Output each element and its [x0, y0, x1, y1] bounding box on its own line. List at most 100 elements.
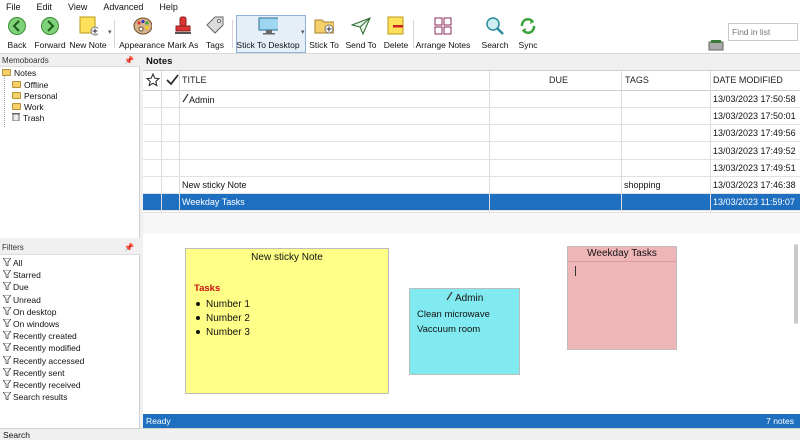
tree-item-notes[interactable]: Notes — [2, 67, 36, 78]
table-row[interactable]: 13/03/2023 17:49:51 — [143, 160, 800, 177]
tree-connector — [4, 76, 5, 127]
pin-icon[interactable]: 📌 — [124, 55, 134, 66]
filter-funnel-icon — [2, 257, 12, 268]
back-button[interactable]: Back — [6, 16, 28, 52]
paper-plane-icon — [351, 16, 371, 36]
chevron-down-icon[interactable]: ▾ — [108, 28, 112, 36]
filter-label: Recently received — [13, 380, 81, 390]
cell-title-text: Weekday Tasks — [182, 197, 245, 208]
list-item-text: Number 2 — [206, 313, 250, 324]
menu-advanced[interactable]: Advanced — [103, 2, 143, 12]
list-item-text: Number 1 — [206, 299, 250, 310]
column-divider — [710, 71, 711, 212]
filter-item[interactable]: On desktop — [2, 306, 56, 318]
tags-button[interactable]: Tags — [204, 16, 226, 52]
filter-item[interactable]: All — [2, 257, 23, 269]
grid-icon — [433, 16, 453, 36]
stick-to-desktop-content[interactable]: Stick To Desktop — [236, 16, 300, 52]
search-button[interactable]: Search — [482, 16, 508, 52]
delete-label: Delete — [383, 40, 409, 50]
tree-item-label: Notes — [14, 67, 37, 78]
sticky-new-note[interactable]: New sticky Note Tasks Number 1 Number 2 Nu… — [185, 248, 389, 394]
tree-item-trash[interactable]: Trash — [12, 112, 44, 123]
stick-to-label: Stick To — [309, 40, 339, 50]
filter-label: Recently created — [13, 331, 77, 342]
sticky-admin-note[interactable]: Admin Clean microwave Vaccuum room — [409, 288, 520, 375]
filter-label: Starred — [13, 270, 41, 281]
status-bar: Ready 7 notes — [143, 414, 800, 428]
filter-item[interactable]: Unread — [2, 294, 41, 306]
pen-icon — [446, 291, 455, 304]
table-row[interactable]: New sticky Note shopping 13/03/2023 17:46:… — [143, 177, 800, 194]
stick-to-desktop-label: Stick To Desktop — [236, 40, 300, 50]
grid-splitter[interactable] — [143, 212, 800, 234]
filter-label: All — [13, 258, 23, 268]
search-tab[interactable]: Search — [0, 428, 800, 440]
filter-item[interactable]: Starred — [2, 269, 41, 281]
pen-icon — [182, 93, 189, 105]
vertical-scrollbar[interactable] — [794, 244, 798, 324]
filter-funnel-icon — [2, 294, 12, 305]
list-item-text: Number 3 — [206, 327, 250, 338]
filter-label: On windows — [13, 319, 60, 329]
sticky-line: Clean microwave — [417, 309, 490, 320]
sync-button[interactable]: Sync — [516, 16, 540, 52]
arrange-notes-button[interactable]: Arrange Notes — [415, 16, 471, 52]
appearance-label: Appearance — [119, 40, 165, 50]
menu-help[interactable]: Help — [159, 2, 178, 12]
folder-pin-icon — [314, 16, 334, 36]
table-row[interactable]: 13/03/2023 17:50:01 — [143, 108, 800, 126]
send-to-label: Send To — [345, 40, 377, 50]
sticky-weekday-tasks[interactable]: Weekday Tasks — [567, 246, 677, 350]
folder-icon — [12, 103, 21, 110]
checkmark-icon[interactable] — [165, 73, 179, 89]
tree-item-work[interactable]: Work — [12, 101, 44, 112]
delete-note-icon — [386, 16, 406, 36]
pin-icon[interactable]: 📌 — [124, 242, 134, 253]
column-divider — [489, 71, 490, 212]
folder-icon — [12, 81, 21, 88]
filter-item[interactable]: Recently sent — [2, 367, 65, 379]
tree-item-label: Work — [24, 101, 44, 112]
tree-item-personal[interactable]: Personal — [12, 90, 58, 101]
sticky-title: Admin — [454, 293, 484, 304]
sticky-heading: Tasks — [194, 283, 221, 294]
filter-item[interactable]: Recently accessed — [2, 355, 84, 367]
filter-item[interactable]: Due — [2, 281, 29, 293]
list-filter-icon[interactable] — [708, 40, 724, 54]
table-row[interactable]: Weekday Tasks 13/03/2023 11:59:07 — [143, 194, 800, 212]
menu-edit[interactable]: Edit — [37, 2, 53, 12]
menu-bar: File Edit View Advanced Help — [0, 0, 800, 14]
delete-button[interactable]: Delete — [383, 16, 409, 52]
filter-item[interactable]: Recently modified — [2, 342, 81, 354]
find-in-list-input[interactable] — [728, 23, 798, 41]
column-date-modified[interactable]: DATE MODIFIED — [713, 75, 783, 85]
chevron-down-icon[interactable]: ▾ — [301, 28, 305, 36]
memoboards-tree: Notes Offline Personal Work Trash — [0, 66, 140, 238]
menu-file[interactable]: File — [6, 2, 21, 12]
stick-to-button[interactable]: Stick To — [309, 16, 339, 52]
appearance-button[interactable]: Appearance — [119, 16, 165, 52]
column-title[interactable]: TITLE — [182, 75, 207, 85]
column-due[interactable]: DUE — [549, 75, 568, 85]
cell-title-text: Admin — [189, 95, 215, 105]
filter-item[interactable]: On windows — [2, 318, 60, 330]
tree-item-offline[interactable]: Offline — [12, 79, 48, 90]
filter-funnel-icon — [2, 355, 12, 366]
send-to-button[interactable]: Send To — [345, 16, 377, 52]
table-row[interactable]: Admin 13/03/2023 17:50:58 — [143, 91, 800, 108]
table-row[interactable]: 13/03/2023 17:49:56 — [143, 125, 800, 143]
forward-button[interactable]: Forward — [34, 16, 66, 52]
arrange-notes-label: Arrange Notes — [415, 40, 471, 50]
new-note-button[interactable]: New Note — [69, 16, 107, 52]
filter-item[interactable]: Recently received — [2, 379, 81, 391]
star-icon[interactable] — [145, 72, 161, 89]
column-tags[interactable]: TAGS — [625, 75, 649, 85]
mark-as-button[interactable]: Mark As — [168, 16, 198, 52]
filter-funnel-icon — [2, 269, 12, 280]
table-row[interactable]: 13/03/2023 17:49:52 — [143, 143, 800, 160]
list-item: Number 3 — [196, 327, 250, 338]
filter-item[interactable]: Recently created — [2, 330, 77, 342]
menu-view[interactable]: View — [68, 2, 87, 12]
filter-item[interactable]: Search results — [2, 391, 67, 403]
